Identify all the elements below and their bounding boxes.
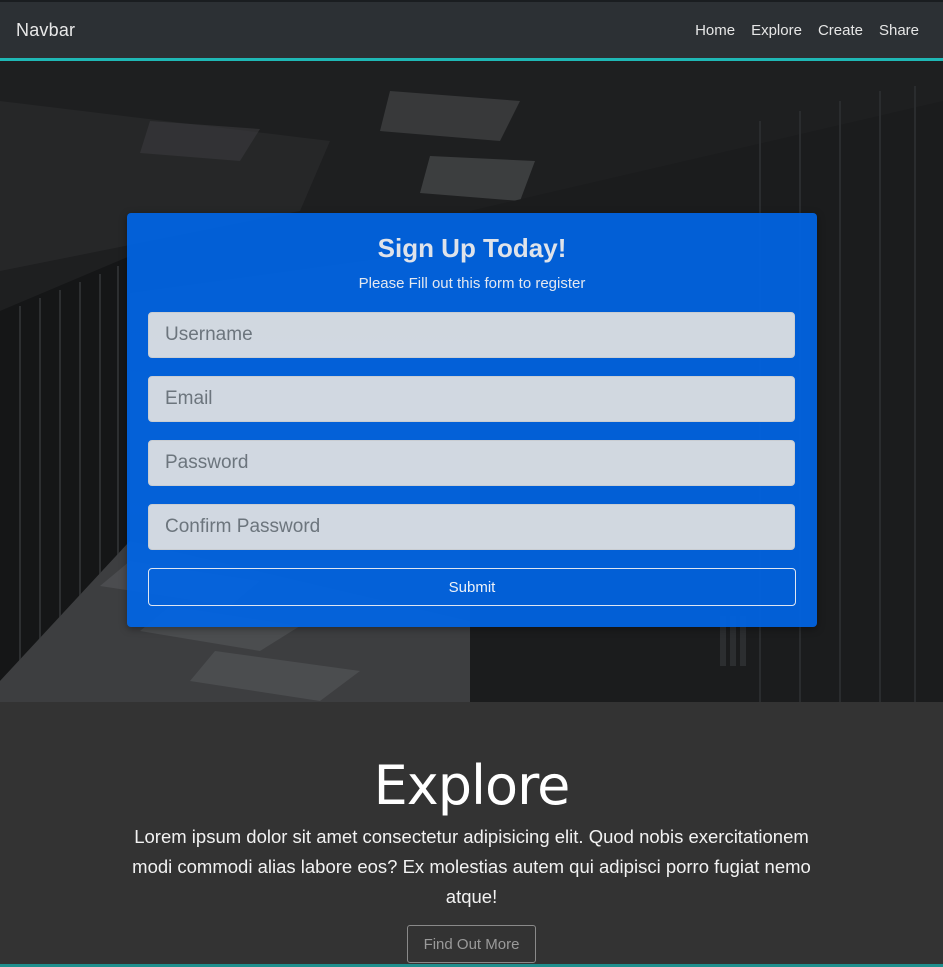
explore-text: Lorem ipsum dolor sit amet consectetur a… bbox=[132, 826, 811, 907]
nav-link-explore[interactable]: Explore bbox=[751, 22, 802, 39]
explore-title: Explore bbox=[373, 754, 571, 817]
signup-subtitle: Please Fill out this form to register bbox=[358, 275, 586, 292]
nav-link-create[interactable]: Create bbox=[818, 22, 863, 39]
username-input[interactable] bbox=[148, 312, 795, 358]
nav-link-share[interactable]: Share bbox=[879, 22, 919, 39]
hero-section: Sign Up Today! Please Fill out this form… bbox=[0, 61, 943, 702]
explore-section: Explore Lorem ipsum dolor sit amet conse… bbox=[0, 702, 943, 967]
email-input[interactable] bbox=[148, 376, 795, 422]
navbar-brand[interactable]: Navbar bbox=[16, 20, 75, 41]
nav-links: Home Explore Create Share bbox=[695, 22, 919, 39]
navbar: Navbar Home Explore Create Share bbox=[0, 0, 943, 61]
submit-button[interactable]: Submit bbox=[148, 568, 796, 606]
nav-link-home[interactable]: Home bbox=[695, 22, 735, 39]
confirm-password-input[interactable] bbox=[148, 504, 795, 550]
signup-card: Sign Up Today! Please Fill out this form… bbox=[127, 213, 817, 627]
find-out-more-button[interactable]: Find Out More bbox=[407, 925, 536, 963]
password-input[interactable] bbox=[148, 440, 795, 486]
signup-title: Sign Up Today! bbox=[377, 233, 567, 263]
